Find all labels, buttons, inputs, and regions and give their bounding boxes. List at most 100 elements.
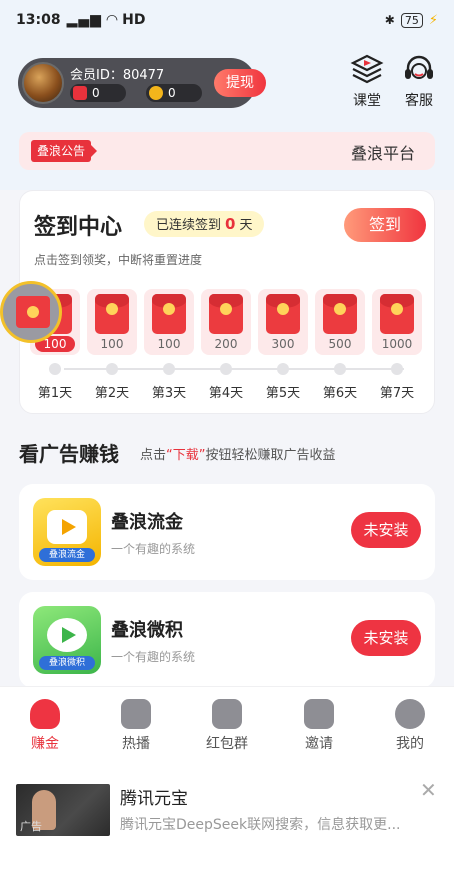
signal-icon: ▂▄▆ <box>66 12 102 28</box>
day-6[interactable]: 500 第6天 <box>315 289 365 401</box>
nav-earn[interactable]: 赚金 <box>10 699 80 753</box>
ad-description: 腾讯元宝DeepSeek联网搜索，信息获取更... <box>120 817 401 833</box>
red-packet-icon <box>73 86 87 100</box>
support-label: 客服 <box>405 93 433 109</box>
reward-box[interactable]: 300 <box>258 289 308 355</box>
classroom-label: 课堂 <box>353 93 381 109</box>
app-card[interactable]: 叠浪微积 叠浪微积 一个有趣的系统 未安装 <box>19 592 435 688</box>
day-label: 第6天 <box>322 386 358 401</box>
ads-sub-highlight: “下载” <box>166 448 206 463</box>
ad-thumbnail[interactable]: 广告 <box>16 784 110 836</box>
smile-icon <box>395 699 425 729</box>
reward-amount: 200 <box>214 337 238 351</box>
ads-sub-after: 按钮轻松赚取广告收益 <box>205 448 336 463</box>
app-name: 叠浪微积 <box>111 620 183 641</box>
reward-amount: 500 <box>328 337 352 351</box>
nav-label: 赚金 <box>31 736 59 752</box>
day-label: 第2天 <box>94 386 130 401</box>
nav-label: 红包群 <box>206 736 248 752</box>
red-envelope-icon <box>380 294 414 334</box>
nav-invite[interactable]: 邀请 <box>284 699 354 753</box>
play-icon <box>62 627 76 643</box>
ad-banner[interactable]: 广告 腾讯元宝 腾讯元宝DeepSeek联网搜索，信息获取更... ✕ <box>0 764 454 872</box>
red-envelope-icon <box>209 294 243 334</box>
signin-button[interactable]: 签到 <box>344 208 426 242</box>
day-label: 第3天 <box>151 386 187 401</box>
reward-box[interactable]: 500 <box>315 289 365 355</box>
member-card[interactable]: 会员ID：80477 0 0 提现 <box>18 58 266 108</box>
install-button[interactable]: 未安装 <box>351 512 421 548</box>
day-4[interactable]: 200 第4天 <box>201 289 251 401</box>
reward-box[interactable]: 100 <box>87 289 137 355</box>
signin-title: 签到中心 <box>34 215 123 240</box>
nav-hot[interactable]: 热播 <box>101 699 171 753</box>
day-5[interactable]: 300 第5天 <box>258 289 308 401</box>
day-3[interactable]: 100 第3天 <box>144 289 194 401</box>
nav-mine[interactable]: 我的 <box>375 699 445 753</box>
floating-red-packet-button[interactable] <box>0 281 62 343</box>
red-envelope-icon <box>95 294 129 334</box>
day-2[interactable]: 100 第2天 <box>87 289 137 401</box>
day-label: 第4天 <box>208 386 244 401</box>
app-desc: 一个有趣的系统 <box>111 650 196 664</box>
signin-subtitle: 点击签到领奖，中断将重置进度 <box>34 253 203 267</box>
notice-tag: 叠浪公告 <box>31 140 98 162</box>
app-icon-caption: 叠浪微积 <box>39 656 95 670</box>
streak-suffix: 天 <box>239 218 253 233</box>
close-icon[interactable]: ✕ <box>420 778 437 802</box>
signin-card: 签到中心 已连续签到 0 天 签到 点击签到领奖，中断将重置进度 100 第1天 1… <box>19 190 435 414</box>
charging-icon: ⚡ <box>428 12 438 28</box>
nav-label: 我的 <box>396 736 424 752</box>
handshake-icon <box>304 699 334 729</box>
red-envelope-icon <box>16 296 50 328</box>
reward-amount: 1000 <box>381 337 413 351</box>
red-envelope-icon <box>266 294 300 334</box>
streak-days: 0 <box>225 215 236 233</box>
notice-text: 叠浪平台 <box>350 144 415 163</box>
day-label: 第7天 <box>379 386 415 401</box>
play-icon <box>121 699 151 729</box>
member-id: 会员ID：80477 <box>70 68 165 83</box>
red-packet-balance: 0 <box>70 84 126 102</box>
wifi-icon: ◠ <box>105 12 119 28</box>
app-card[interactable]: 叠浪流金 叠浪流金 一个有趣的系统 未安装 <box>19 484 435 580</box>
app-icon-caption: 叠浪流金 <box>39 548 95 562</box>
nav-red-packet-group[interactable]: 红包群 <box>192 699 262 753</box>
app-desc: 一个有趣的系统 <box>111 542 196 556</box>
progress-dot <box>277 363 289 375</box>
progress-dot <box>391 363 403 375</box>
withdraw-button[interactable]: 提现 <box>214 69 266 97</box>
red-envelope-icon <box>323 294 357 334</box>
install-button[interactable]: 未安装 <box>351 620 421 656</box>
streak-badge: 已连续签到 0 天 <box>144 211 265 237</box>
headset-icon <box>405 55 433 79</box>
reward-box[interactable]: 1000 <box>372 289 422 355</box>
bluetooth-icon: ✱ <box>384 13 395 27</box>
streak-prefix: 已连续签到 <box>156 218 222 233</box>
red-packet-count: 0 <box>92 86 100 100</box>
progress-dot <box>163 363 175 375</box>
reward-amount: 100 <box>157 337 181 351</box>
ads-section-title: 看广告赚钱 <box>19 442 119 466</box>
status-bar: 13:08 ▂▄▆ ◠ HD ✱ 75 ⚡ <box>0 0 454 40</box>
nav-label: 热播 <box>122 736 150 752</box>
reward-amount: 100 <box>100 337 124 351</box>
day-7[interactable]: 1000 第7天 <box>372 289 422 401</box>
reward-box[interactable]: 100 <box>144 289 194 355</box>
bottom-nav: 赚金 热播 红包群 邀请 我的 <box>0 686 454 764</box>
reward-box[interactable]: 200 <box>201 289 251 355</box>
support-link[interactable]: 客服 <box>396 52 442 110</box>
avatar[interactable] <box>22 62 64 104</box>
day-label: 第1天 <box>37 386 73 401</box>
red-packet-icon <box>212 699 242 729</box>
classroom-link[interactable]: 课堂 <box>344 52 390 110</box>
status-right: ✱ 75 ⚡ <box>384 12 438 28</box>
notice-bar[interactable]: 叠浪公告 叠浪平台 <box>19 132 435 170</box>
gold-coin-count: 0 <box>168 86 176 100</box>
reward-amount: 300 <box>271 337 295 351</box>
progress-dot <box>106 363 118 375</box>
progress-dot <box>334 363 346 375</box>
money-bag-icon <box>30 699 60 729</box>
ad-title: 腾讯元宝 <box>120 789 188 809</box>
ad-label: 广告 <box>20 820 42 833</box>
